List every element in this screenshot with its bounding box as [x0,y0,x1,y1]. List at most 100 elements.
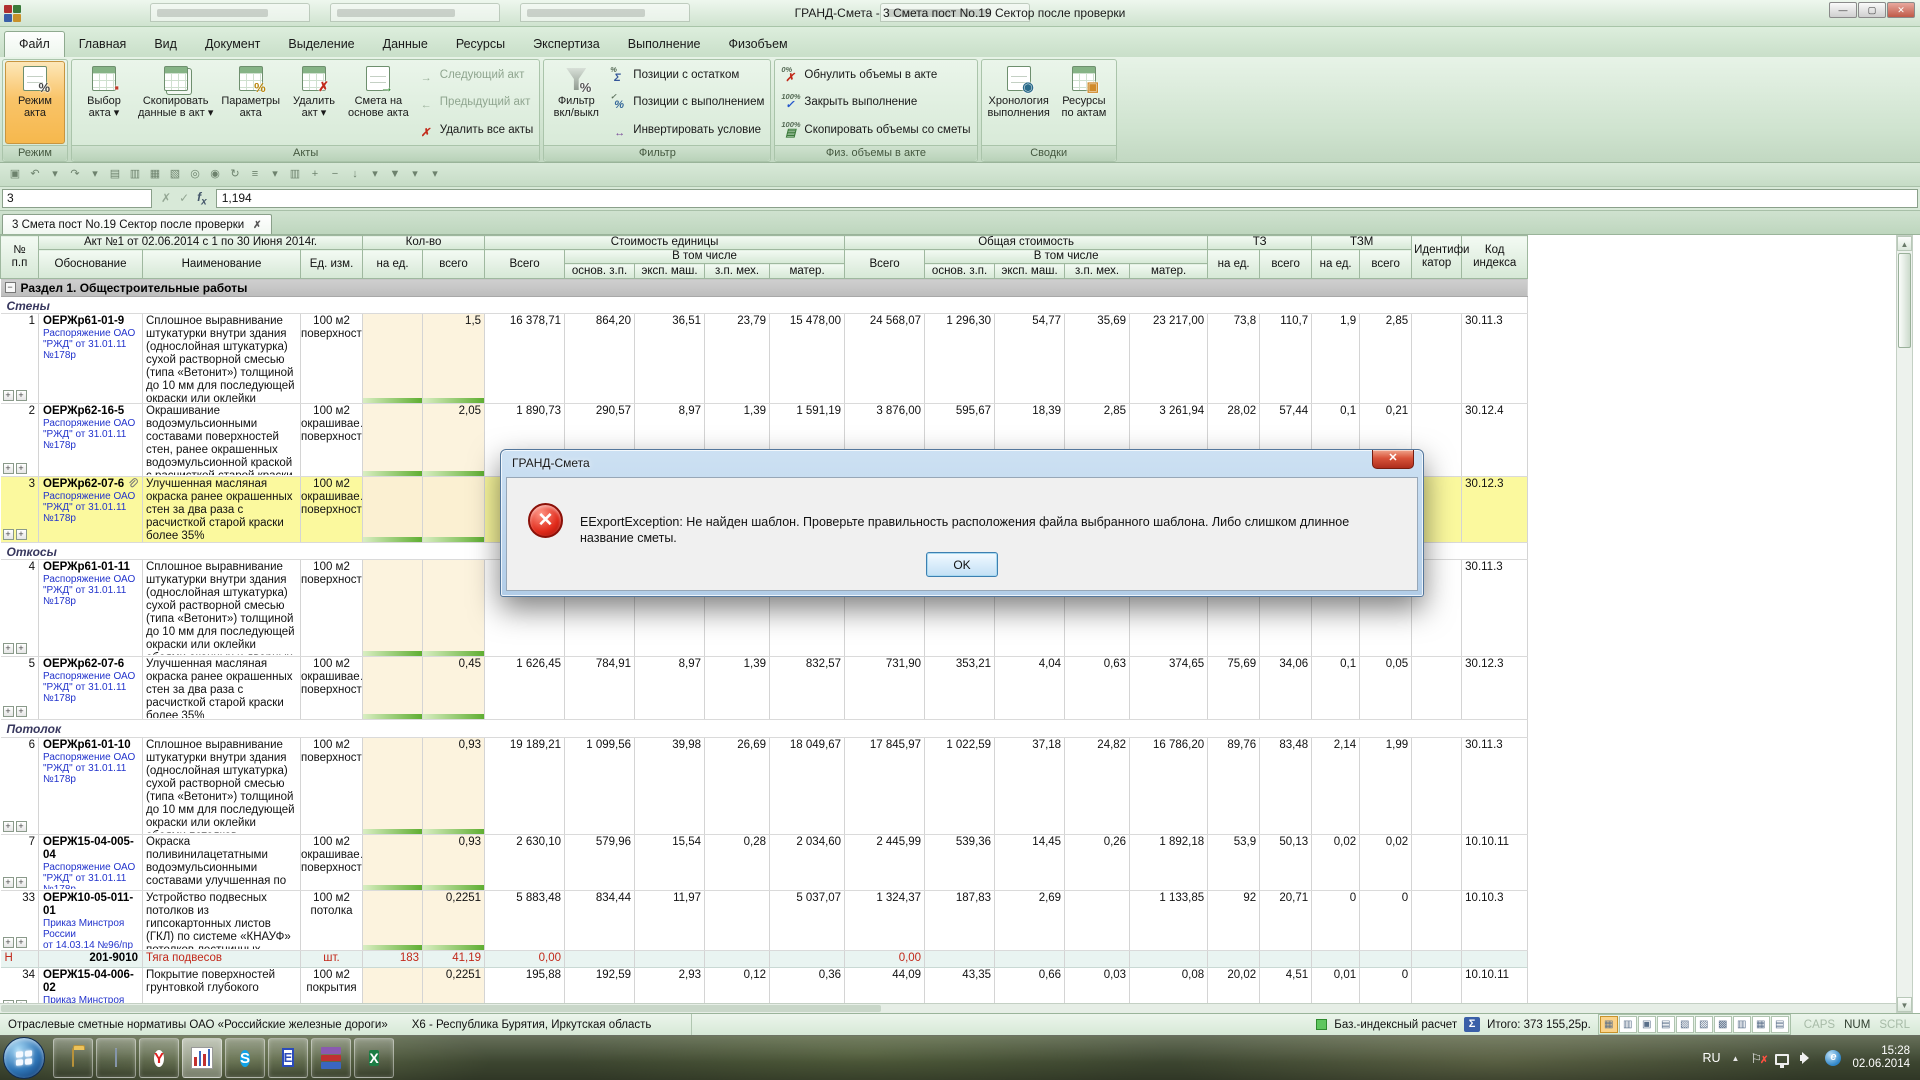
ribbon-tab[interactable]: Физобъем [715,32,802,57]
search-icon[interactable]: ◎ [186,166,204,184]
copy-volumes-button[interactable]: 100%▤Скопировать объемы со сметы [781,120,970,141]
yandex-browser-taskbar-button[interactable]: Y [139,1038,179,1078]
delete-act-button[interactable]: ✗Удалить акт ▾ [284,61,344,144]
ruler-view-icon[interactable]: ▤ [1771,1016,1789,1033]
sort-menu-icon[interactable]: ▾ [366,166,384,184]
volume-icon[interactable] [1800,1051,1814,1065]
estimate-view-icon[interactable]: ▦ [1600,1016,1618,1033]
toolbar-more-icon[interactable]: ▾ [426,166,444,184]
paste-icon[interactable]: ▦ [146,166,164,184]
ribbon-tab[interactable]: Ресурсы [442,32,519,57]
chronology-button[interactable]: ◉Хронология выполнения [984,61,1054,144]
excel-taskbar-button[interactable]: X [354,1038,394,1078]
network-icon[interactable] [1775,1054,1789,1065]
document-tab[interactable]: 3 Смета пост No.19 Сектор после проверки… [2,214,272,234]
language-indicator[interactable]: RU [1702,1051,1720,1065]
row-expand-boxes[interactable]: ++ [3,643,27,654]
filter-toggle-button[interactable]: %Фильтр вкл/выкл [546,61,606,144]
formula-value-field[interactable]: 1,194 [216,189,1918,208]
ribbon-tab[interactable]: Вид [140,32,191,57]
row-expand-boxes[interactable]: ++ [3,529,27,540]
vertical-scrollbar[interactable]: ▲ ▼ [1896,235,1913,1013]
act-view-icon[interactable]: ▥ [1619,1016,1637,1033]
explorer-taskbar-button[interactable] [53,1038,93,1078]
skype-taskbar-button[interactable]: S [225,1038,265,1078]
invert-condition-button[interactable]: ↔Инвертировать условие [610,120,764,141]
row-expand-boxes[interactable]: ++ [3,937,27,948]
estimate-row[interactable]: 6++ОЕРЖр61-01-10Распоряжение ОАО "РЖД" о… [1,738,1528,835]
graph-view-icon[interactable]: ▦ [1752,1016,1770,1033]
act-select-button[interactable]: ▪Выбор акта ▾ [74,61,134,144]
subsection-row[interactable]: Потолок [1,720,1528,738]
row-expand-boxes[interactable]: ++ [3,390,27,401]
horizontal-scrollbar[interactable] [0,1003,1896,1013]
add-position-icon[interactable]: ▤ [106,166,124,184]
act-mode-button[interactable]: %Режим акта [5,61,65,144]
action-center-icon[interactable]: ⚐✗ [1750,1051,1764,1066]
ok-button[interactable]: OK [926,552,998,577]
row-expand-boxes[interactable]: ++ [3,706,27,717]
estimate-row[interactable]: 5++ОЕРЖр62-07-6Распоряжение ОАО "РЖД" от… [1,657,1528,720]
list-icon[interactable]: ≡ [246,166,264,184]
row-expand-boxes[interactable]: ++ [3,821,27,832]
copy-icon[interactable]: ▥ [126,166,144,184]
estimate-row[interactable]: 34++ОЕРЖ15-04-006-02Приказ Минстроя Росс… [1,968,1528,1004]
subsection-row[interactable]: Стены [1,297,1528,314]
collapse-all-icon[interactable]: − [326,166,344,184]
sort-icon[interactable]: ↓ [346,166,364,184]
columns-icon[interactable]: ▥ [286,166,304,184]
start-button[interactable] [3,1037,45,1079]
close-button[interactable]: ✕ [1887,2,1915,18]
cell-name-box[interactable]: 3 [2,189,152,208]
positions-remainder-button[interactable]: %ΣПозиции с остатком [610,64,764,85]
ribbon-tab[interactable]: Документ [191,32,274,57]
filter-menu-icon[interactable]: ▾ [406,166,424,184]
estimate-row[interactable]: 7++ОЕРЖ15-04-005-04Распоряжение ОАО "РЖД… [1,835,1528,891]
expand-all-icon[interactable]: + [306,166,324,184]
grand-smeta-taskbar-button[interactable] [182,1038,222,1078]
resource-view-icon[interactable]: ▧ [1676,1016,1694,1033]
delete-all-acts-button[interactable]: ✗Удалить все акты [417,120,534,141]
winrar-taskbar-button[interactable] [311,1038,351,1078]
taskbar-clock[interactable]: 15:28 02.06.2014 [1852,1045,1910,1071]
collapse-icon[interactable]: − [5,282,16,293]
coins-view-icon[interactable]: ▥ [1733,1016,1751,1033]
scrollbar-thumb[interactable] [1898,253,1911,348]
resource-row[interactable]: Н201-9010Тяга подвесовшт.18341,190,000,0… [1,951,1528,968]
estimate-row[interactable]: 1++ОЕРЖр61-01-9Распоряжение ОАО "РЖД" от… [1,314,1528,404]
scroll-up-icon[interactable]: ▲ [1897,236,1912,251]
binoculars-icon[interactable]: ◉ [206,166,224,184]
browser-tray-icon[interactable]: e [1825,1050,1841,1066]
ribbon-tab[interactable]: Главная [65,32,141,57]
ribbon-tab[interactable]: Экспертиза [519,32,614,57]
tsn-view-icon[interactable]: ▤ [1657,1016,1675,1033]
ribbon-tab[interactable]: Файл [4,31,65,57]
function-icon[interactable]: fx [197,190,207,207]
confirm-entry-icon[interactable]: ✓ [179,191,189,205]
undo-menu-icon[interactable]: ▾ [46,166,64,184]
close-execution-button[interactable]: 100%✓Закрыть выполнение [781,92,970,113]
row-expand-boxes[interactable]: ++ [3,877,27,888]
delete-position-icon[interactable]: ▧ [166,166,184,184]
copy-data-to-act-button[interactable]: Скопировать данные в акт ▾ [134,61,217,144]
minimize-button[interactable]: — [1829,2,1857,18]
save-icon[interactable]: ▣ [6,166,24,184]
ribbon-tab[interactable]: Выполнение [614,32,715,57]
list-menu-icon[interactable]: ▾ [266,166,284,184]
next-act-button[interactable]: →Следующий акт [417,64,534,85]
filter-icon[interactable]: ▼ [386,166,404,184]
undo-icon[interactable]: ↶ [26,166,44,184]
prev-act-button[interactable]: ←Предыдущий акт [417,92,534,113]
flag-view-icon[interactable]: ▣ [1638,1016,1656,1033]
section-row[interactable]: −Раздел 1. Общестроительные работы [1,279,1528,297]
refresh-icon[interactable]: ↻ [226,166,244,184]
calculator-taskbar-button[interactable] [96,1038,136,1078]
np-view-icon[interactable]: ▨ [1695,1016,1713,1033]
document-tab-close-icon[interactable]: ✗ [253,220,261,231]
estimate-from-act-button[interactable]: →Смета на основе акта [344,61,413,144]
show-hidden-icons-icon[interactable]: ▲ [1732,1054,1740,1063]
resources-by-acts-button[interactable]: ▣Ресурсы по актам [1054,61,1114,144]
dialog-close-button[interactable]: ✕ [1372,450,1414,469]
maximize-button[interactable]: ▢ [1858,2,1886,18]
act-params-button[interactable]: %Параметры акта [217,61,284,144]
